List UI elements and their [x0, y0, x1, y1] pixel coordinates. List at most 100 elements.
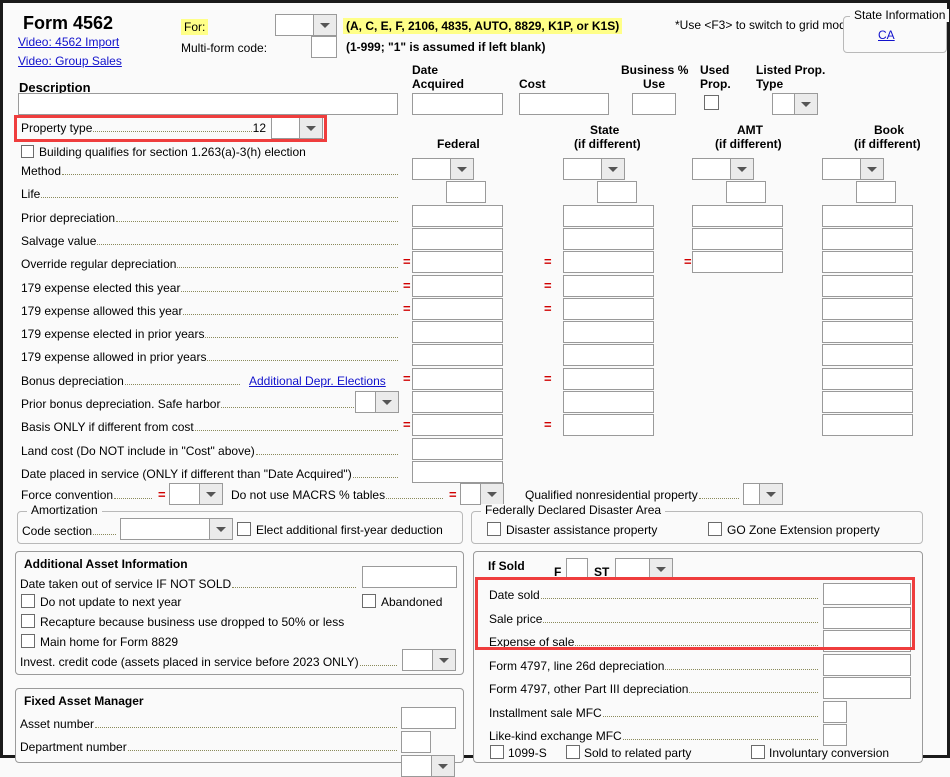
department-number-input[interactable]	[401, 731, 431, 753]
qualified-nonresidential-combo[interactable]	[743, 483, 783, 505]
chevron-down-icon[interactable]	[649, 558, 673, 580]
if-sold-field[interactable]	[823, 630, 911, 652]
grid-field-state[interactable]	[563, 298, 654, 320]
chevron-down-icon[interactable]	[299, 117, 323, 139]
grid-field-federal[interactable]	[412, 275, 503, 297]
cb-involuntary-checkbox[interactable]	[751, 745, 765, 759]
grid-field-state[interactable]	[563, 205, 654, 227]
if-sold-field[interactable]	[823, 654, 911, 676]
grid-field-federal[interactable]	[412, 438, 503, 460]
force-convention-combo[interactable]	[169, 483, 223, 505]
chevron-down-icon[interactable]	[375, 391, 399, 413]
abandoned-checkbox[interactable]	[362, 594, 376, 608]
grid-field-federal[interactable]	[412, 461, 503, 483]
grid-field-federal[interactable]	[412, 298, 503, 320]
elect-first-year-checkbox[interactable]	[237, 522, 251, 536]
grid-combo-input[interactable]	[692, 158, 730, 180]
grid-field-state[interactable]	[597, 181, 637, 203]
grid-field-amt[interactable]	[692, 251, 783, 273]
if-sold-field[interactable]	[823, 701, 847, 723]
grid-field-book[interactable]	[822, 414, 913, 436]
macrs-combo[interactable]	[460, 483, 504, 505]
grid-field-book[interactable]	[822, 368, 913, 390]
grid-field-federal[interactable]	[412, 368, 503, 390]
force-convention-input[interactable]	[169, 483, 199, 505]
grid-combo-state[interactable]	[563, 158, 625, 180]
chevron-down-icon[interactable]	[313, 14, 337, 36]
no-update-checkbox[interactable]	[21, 594, 35, 608]
grid-combo-input[interactable]	[563, 158, 601, 180]
grid-field-federal[interactable]	[412, 205, 503, 227]
fixed-asset-extra-input[interactable]	[401, 755, 431, 777]
chevron-down-icon[interactable]	[450, 158, 474, 180]
video-4562-import-link[interactable]: Video: 4562 Import	[18, 35, 119, 49]
grid-field-state[interactable]	[563, 275, 654, 297]
grid-field-state[interactable]	[563, 391, 654, 413]
grid-field-state[interactable]	[563, 368, 654, 390]
qualified-nonresidential-input[interactable]	[743, 483, 759, 505]
chevron-down-icon[interactable]	[601, 158, 625, 180]
if-sold-field[interactable]	[823, 607, 911, 629]
listed-prop-input[interactable]	[772, 93, 794, 115]
grid-field-federal[interactable]	[412, 321, 503, 343]
grid-field-state[interactable]	[563, 228, 654, 250]
chevron-down-icon[interactable]	[794, 93, 818, 115]
if-sold-st-combo[interactable]	[615, 558, 673, 580]
grid-field-book[interactable]	[822, 298, 913, 320]
for-input[interactable]	[275, 14, 313, 36]
chevron-down-icon[interactable]	[199, 483, 223, 505]
grid-field-state[interactable]	[563, 414, 654, 436]
chevron-down-icon[interactable]	[432, 649, 456, 671]
grid-combo-input[interactable]	[822, 158, 860, 180]
multiform-code-input[interactable]	[311, 36, 337, 58]
property-type-input[interactable]	[271, 117, 299, 139]
cost-input[interactable]	[519, 93, 609, 115]
video-group-sales-link[interactable]: Video: Group Sales	[18, 54, 122, 68]
grid-field-book[interactable]	[822, 344, 913, 366]
grid-field-book[interactable]	[856, 181, 896, 203]
chevron-down-icon[interactable]	[209, 518, 233, 540]
chevron-down-icon[interactable]	[860, 158, 884, 180]
grid-combo-federal[interactable]	[412, 158, 474, 180]
date-out-of-service-input[interactable]	[362, 566, 457, 588]
recapture-checkbox[interactable]	[21, 614, 35, 628]
gozone-checkbox[interactable]	[708, 522, 722, 536]
if-sold-field[interactable]	[823, 583, 911, 605]
if-sold-field[interactable]	[823, 677, 911, 699]
grid-field-federal[interactable]	[412, 391, 503, 413]
macrs-input[interactable]	[460, 483, 480, 505]
grid-combo-book[interactable]	[822, 158, 884, 180]
main-home-checkbox[interactable]	[21, 634, 35, 648]
chevron-down-icon[interactable]	[730, 158, 754, 180]
grid-field-federal[interactable]	[412, 414, 503, 436]
grid-combo-amt[interactable]	[692, 158, 754, 180]
code-section-input[interactable]	[120, 518, 209, 540]
disaster-assistance-checkbox[interactable]	[487, 522, 501, 536]
grid-field-federal[interactable]	[412, 344, 503, 366]
grid-field-book[interactable]	[822, 228, 913, 250]
grid-field-book[interactable]	[822, 275, 913, 297]
grid-field-state[interactable]	[563, 321, 654, 343]
grid-field-book[interactable]	[822, 251, 913, 273]
cb-related-party-checkbox[interactable]	[566, 745, 580, 759]
listed-prop-combo[interactable]	[772, 93, 818, 115]
asset-number-input[interactable]	[401, 707, 456, 729]
chevron-down-icon[interactable]	[431, 755, 455, 777]
grid-field-federal[interactable]	[446, 181, 486, 203]
grid-field-federal[interactable]	[412, 228, 503, 250]
grid-field-federal[interactable]	[412, 251, 503, 273]
additional-depr-elections-link[interactable]: Additional Depr. Elections	[249, 374, 386, 388]
grid-field-book[interactable]	[822, 391, 913, 413]
state-information-value[interactable]: CA	[878, 28, 895, 42]
if-sold-field[interactable]	[823, 724, 847, 746]
business-use-input[interactable]	[632, 93, 676, 115]
grid-field-book[interactable]	[822, 321, 913, 343]
used-prop-checkbox[interactable]	[704, 95, 719, 110]
chevron-down-icon[interactable]	[759, 483, 783, 505]
safe-harbor-combo[interactable]	[355, 391, 399, 413]
cb-1099s-checkbox[interactable]	[490, 745, 504, 759]
safe-harbor-input[interactable]	[355, 391, 375, 413]
grid-field-amt[interactable]	[692, 228, 783, 250]
grid-field-amt[interactable]	[726, 181, 766, 203]
grid-field-state[interactable]	[563, 251, 654, 273]
